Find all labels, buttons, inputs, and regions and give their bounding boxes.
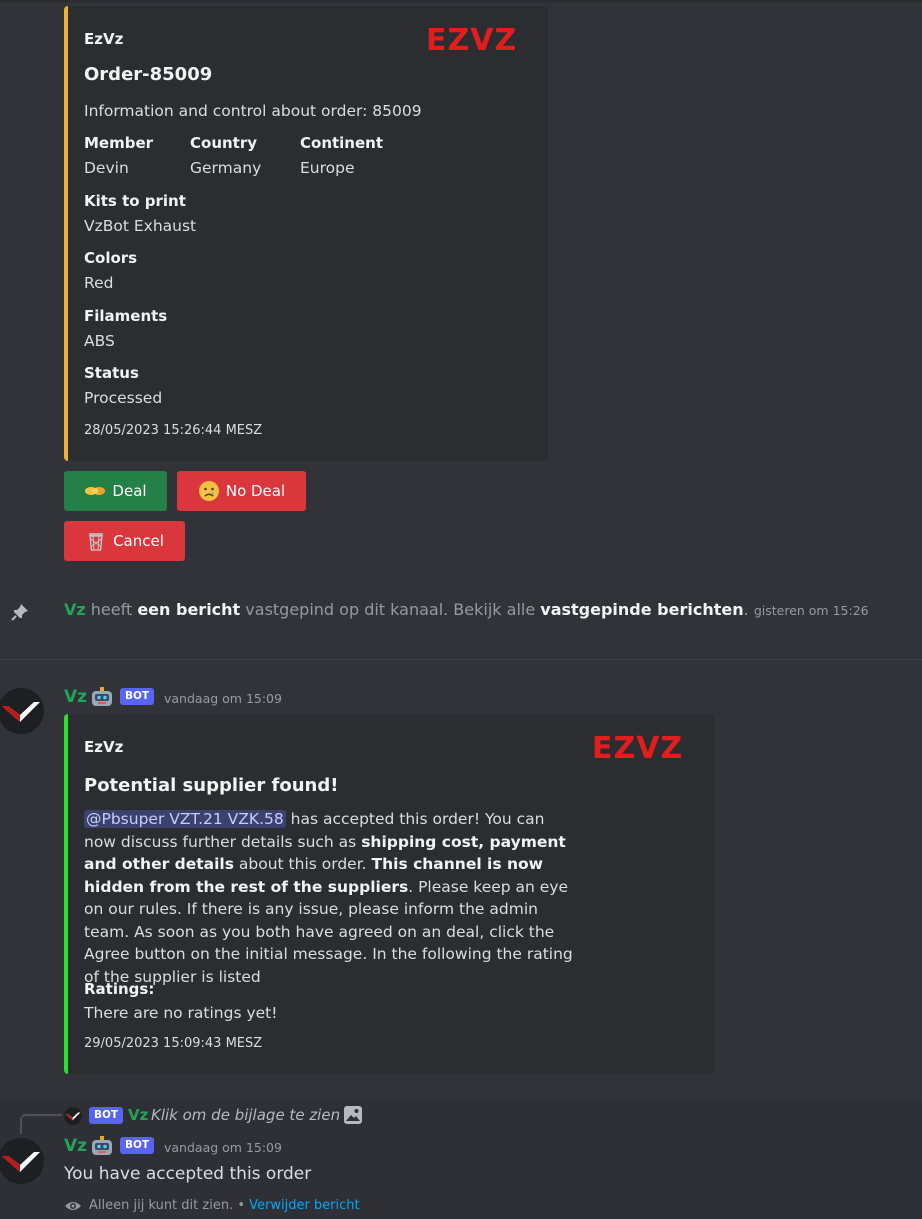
ephemeral-separator: • [233, 1198, 250, 1213]
embed-accent-bar [64, 6, 68, 461]
pin-text-3: . [743, 600, 749, 619]
divider [0, 659, 922, 660]
embed-description: @Pbsuper VZT.21 VZK.58 has accepted this… [84, 808, 574, 988]
pin-system-message: Vz heeft een bericht vastgepind op dit k… [64, 600, 869, 619]
vz-avatar-icon [0, 688, 44, 734]
field-filaments-name: Filaments [84, 307, 168, 325]
embed-accent-bar [64, 714, 68, 1074]
deal-button[interactable]: Deal [64, 471, 167, 511]
user-mention[interactable]: @Pbsuper VZT.21 VZK.58 [84, 810, 286, 828]
username[interactable]: Vz [64, 1136, 87, 1156]
vz-avatar-icon [0, 1138, 44, 1184]
pinned-message-link[interactable]: een bericht [137, 600, 240, 619]
field-filaments-value: ABS [84, 332, 115, 350]
ezvz-logo: EZVZ [426, 24, 517, 54]
reply-avatar-icon [64, 1107, 82, 1125]
embed-author: EzVz [84, 30, 124, 48]
message-text: You have accepted this order [64, 1164, 312, 1184]
pin-timestamp: gisteren om 15:26 [753, 603, 869, 618]
embed-footer-timestamp: 29/05/2023 15:09:43 MESZ [84, 1036, 263, 1051]
avatar[interactable] [0, 688, 44, 734]
field-member-value: Devin [84, 159, 129, 177]
ephemeral-note: Alleen jij kunt dit zien. • Verwijder be… [89, 1198, 360, 1213]
pinned-messages-link[interactable]: vastgepinde berichten [540, 600, 743, 619]
logo-text: EZVZ [592, 732, 683, 762]
image-icon [344, 1106, 362, 1124]
field-country-name: Country [190, 134, 258, 152]
cancel-button-label: Cancel [113, 532, 164, 550]
reply-username[interactable]: Vz [128, 1106, 148, 1124]
crying-face-icon [198, 481, 219, 501]
wastebasket-icon [89, 533, 104, 551]
supplier-embed: EzVz EZVZ Potential supplier found! @Pbs… [64, 714, 714, 1074]
reply-preview-text[interactable]: Klik om de bijlage te zien [151, 1106, 340, 1124]
field-colors-name: Colors [84, 249, 138, 267]
field-member-name: Member [84, 134, 154, 152]
deal-button-label: Deal [112, 482, 147, 500]
reply-bot-badge: BOT [89, 1107, 124, 1124]
field-kits-name: Kits to print [84, 192, 186, 210]
field-ratings-name: Ratings: [84, 980, 155, 998]
embed-description: Information and control about order: 850… [84, 102, 422, 120]
pin-user[interactable]: Vz [64, 600, 86, 619]
ezvz-logo: EZVZ [592, 732, 683, 762]
embed-author: EzVz [84, 738, 124, 756]
embed-title: Order-85009 [84, 64, 213, 85]
robot-icon [92, 687, 112, 706]
field-ratings-value: There are no ratings yet! [84, 1004, 278, 1022]
username[interactable]: Vz [64, 687, 87, 707]
delete-message-link[interactable]: Verwijder bericht [249, 1198, 360, 1213]
order-embed: EzVz EZVZ Order-85009 Information and co… [64, 6, 548, 461]
message-timestamp: vandaag om 15:09 [164, 691, 282, 706]
no-deal-button[interactable]: No Deal [177, 471, 306, 511]
avatar[interactable] [0, 1138, 44, 1184]
bot-badge: BOT [120, 1137, 155, 1154]
field-status-name: Status [84, 364, 139, 382]
cancel-button[interactable]: Cancel [64, 521, 185, 561]
field-status-value: Processed [84, 389, 163, 407]
field-continent-value: Europe [300, 159, 355, 177]
robot-icon [92, 1136, 112, 1155]
ephemeral-text: Alleen jij kunt dit zien. [89, 1198, 234, 1213]
field-colors-value: Red [84, 274, 114, 292]
reply-spine [20, 1114, 62, 1134]
pin-text-1: heeft [85, 600, 138, 619]
top-border [0, 0, 922, 3]
desc-text-2: about this order. [233, 855, 372, 873]
embed-title: Potential supplier found! [84, 775, 339, 796]
eye-icon [65, 1202, 81, 1210]
embed-footer-timestamp: 28/05/2023 15:26:44 MESZ [84, 423, 263, 438]
no-deal-button-label: No Deal [225, 482, 286, 500]
field-continent-name: Continent [300, 134, 384, 152]
bot-badge: BOT [120, 688, 155, 705]
logo-text: EZVZ [426, 24, 517, 54]
message-timestamp: vandaag om 15:09 [164, 1140, 282, 1155]
field-kits-value: VzBot Exhaust [84, 217, 197, 235]
field-country-value: Germany [190, 159, 262, 177]
pin-icon [11, 604, 28, 621]
pin-text-2: vastgepind op dit kanaal. Bekijk alle [240, 600, 541, 619]
handshake-icon [85, 487, 106, 495]
